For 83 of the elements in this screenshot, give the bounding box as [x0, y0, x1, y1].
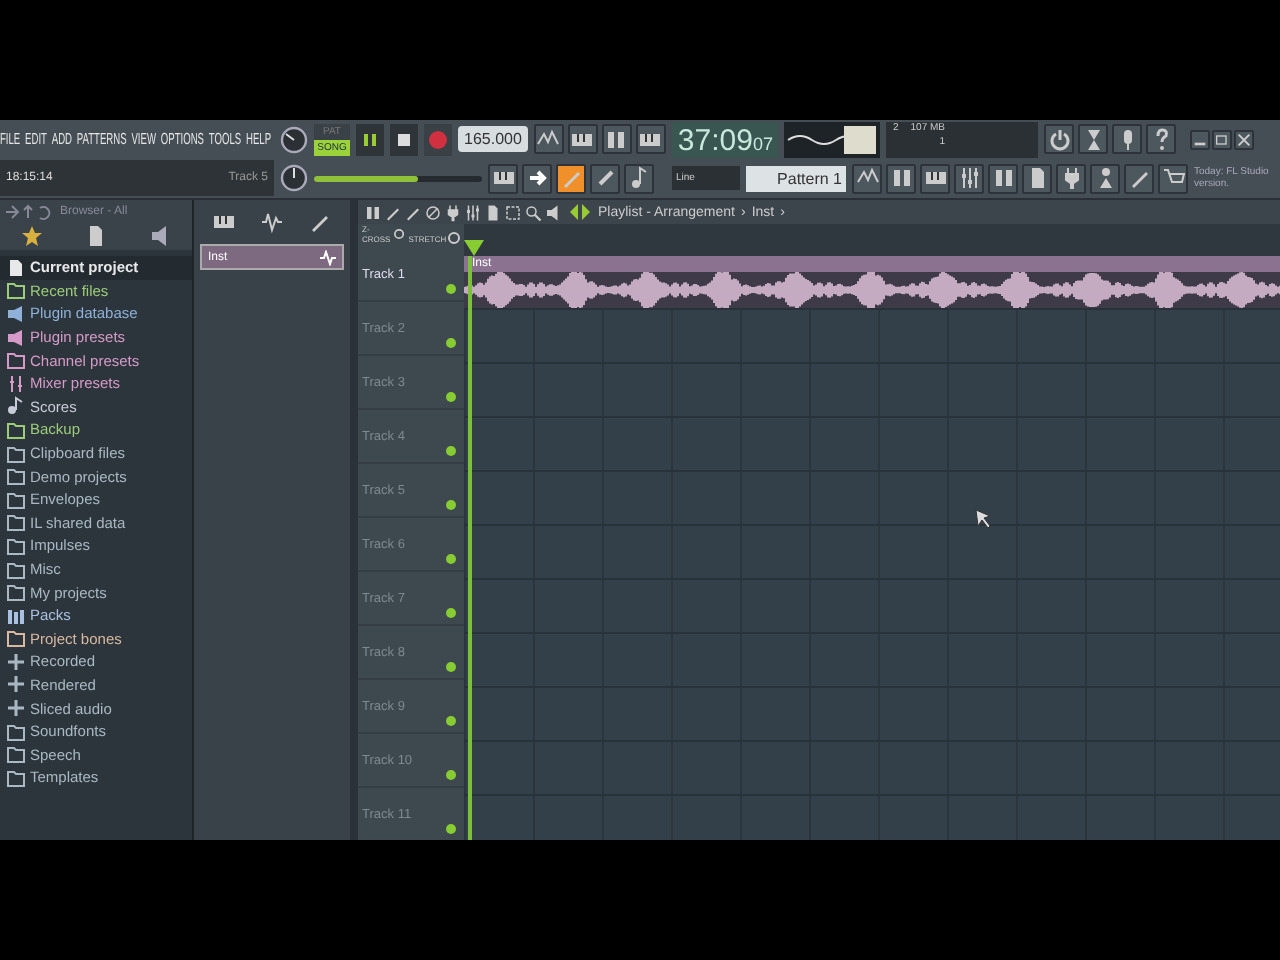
pen-icon[interactable] — [556, 163, 586, 193]
menu-item[interactable]: TOOLS — [208, 130, 242, 148]
plus-icon — [6, 651, 26, 672]
folder-icon — [6, 443, 26, 464]
track-led-icon[interactable] — [446, 662, 456, 672]
menu-item[interactable]: FILE — [0, 130, 21, 148]
folder-icon — [6, 767, 26, 788]
restore-icon[interactable] — [1212, 129, 1233, 149]
cart-icon[interactable] — [1158, 163, 1188, 193]
plugin-icon — [6, 303, 26, 324]
delete-icon[interactable] — [422, 202, 442, 222]
menu-item[interactable]: PATTERNS — [76, 130, 127, 148]
menu-item[interactable]: ADD — [51, 130, 73, 148]
knob-icon[interactable] — [280, 164, 308, 192]
folder-icon — [6, 512, 26, 533]
file-icon — [6, 257, 26, 278]
time-main: 37:09 — [677, 123, 753, 157]
select-icon[interactable] — [502, 202, 522, 222]
star-icon[interactable] — [19, 224, 45, 248]
power-icon[interactable] — [1044, 124, 1075, 154]
mixer-icon — [6, 373, 26, 394]
folder-icon — [6, 489, 26, 510]
record-icon — [428, 129, 448, 149]
packs-icon — [6, 605, 26, 626]
mixer-icon[interactable] — [954, 163, 984, 193]
waveform-monitor-icon — [784, 121, 881, 157]
track-led-icon[interactable] — [446, 284, 456, 294]
track-led-icon[interactable] — [446, 554, 456, 564]
play-button[interactable] — [356, 123, 384, 155]
folder-icon — [6, 466, 26, 487]
plug-icon[interactable] — [1056, 163, 1086, 193]
folder-icon — [6, 582, 26, 603]
track-led-icon[interactable] — [446, 770, 456, 780]
folder-icon — [6, 535, 26, 556]
folder-icon — [6, 280, 26, 301]
plus-icon — [6, 698, 26, 719]
folder-icon — [6, 628, 26, 649]
note-icon[interactable] — [624, 163, 654, 193]
folder-icon — [6, 721, 26, 742]
track-led-icon[interactable] — [446, 716, 456, 726]
pattern-selector[interactable]: Pattern 1 — [746, 165, 846, 191]
stop-button[interactable] — [390, 123, 418, 155]
menu-item[interactable]: EDIT — [25, 130, 47, 148]
track-led-icon[interactable] — [446, 392, 456, 402]
plus-icon — [6, 674, 26, 695]
pause-icon — [362, 131, 378, 147]
close-icon[interactable] — [1234, 129, 1255, 149]
navigation-arrows-icon[interactable] — [4, 203, 56, 219]
folder-icon — [6, 559, 26, 580]
person-icon[interactable] — [1090, 163, 1120, 193]
bars-icon[interactable] — [601, 124, 632, 154]
plugin-icon — [6, 327, 26, 348]
piano-icon[interactable] — [567, 124, 598, 154]
track-led-icon[interactable] — [446, 824, 456, 834]
folder-icon — [6, 419, 26, 440]
stop-icon — [396, 131, 412, 147]
microphone-icon[interactable] — [1112, 124, 1143, 154]
menu-item[interactable]: HELP — [245, 130, 272, 148]
track-led-icon[interactable] — [446, 500, 456, 510]
note-icon — [6, 396, 26, 417]
minimize-icon[interactable] — [1190, 129, 1211, 149]
menu-item[interactable]: VIEW — [131, 130, 156, 148]
knob-icon[interactable] — [280, 125, 308, 153]
piano-icon[interactable] — [488, 163, 518, 193]
folder-icon — [6, 350, 26, 371]
menu-item[interactable]: OPTIONS — [160, 130, 204, 148]
playlist-arrows-icon[interactable] — [568, 202, 592, 222]
document-icon[interactable] — [1022, 163, 1052, 193]
help-button[interactable] — [1146, 124, 1177, 154]
waveform-icon — [320, 249, 336, 265]
speaker-icon[interactable] — [542, 202, 562, 222]
track-led-icon[interactable] — [446, 446, 456, 456]
toggle-circle-icon[interactable] — [448, 232, 461, 244]
master-volume-slider[interactable] — [314, 175, 482, 181]
keyboard-icon[interactable] — [635, 124, 666, 154]
time-sub: 07 — [752, 131, 773, 157]
hourglass-icon[interactable] — [1078, 124, 1109, 154]
tempo-display[interactable]: 165.000 — [458, 126, 528, 152]
zoom-icon[interactable] — [522, 202, 542, 222]
toggle-circle-icon[interactable] — [394, 228, 405, 240]
folder-icon — [6, 744, 26, 765]
track-led-icon[interactable] — [446, 338, 456, 348]
track-led-icon[interactable] — [446, 608, 456, 618]
